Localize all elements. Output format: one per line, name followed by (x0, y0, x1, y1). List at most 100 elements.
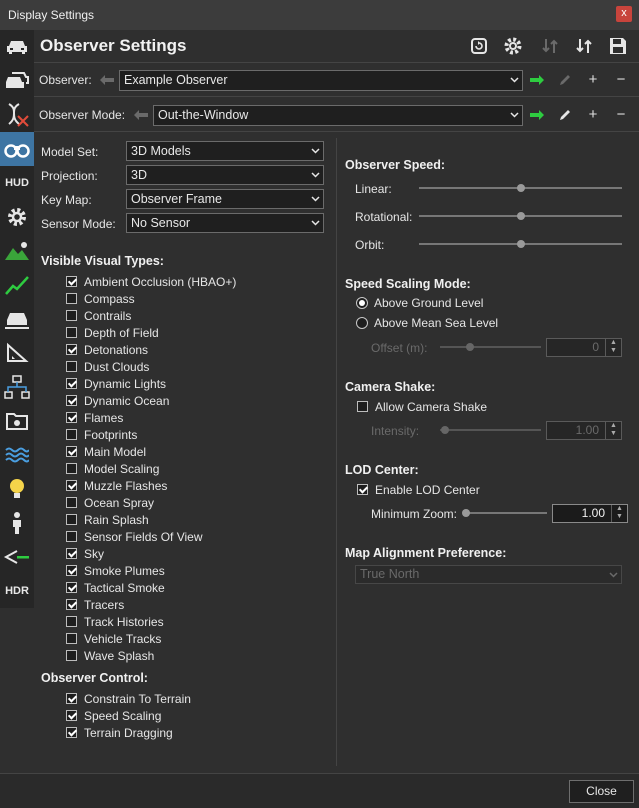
map-alignment-select[interactable]: True North (355, 565, 622, 584)
mode-prev-button[interactable] (132, 106, 150, 124)
checkbox-label: Ocean Spray (84, 495, 155, 510)
checkbox-muzzle-flashes[interactable]: Muzzle Flashes (66, 477, 167, 494)
sidebar-item-road[interactable] (0, 302, 34, 336)
arrow-right-icon (530, 75, 544, 85)
sidebar-item-lighting[interactable] (0, 472, 34, 506)
import-button[interactable] (539, 35, 561, 57)
checkbox-label: Vehicle Tracks (84, 631, 162, 646)
lightbulb-icon (10, 479, 24, 498)
checkbox-wave-splash[interactable]: Wave Splash (66, 647, 154, 664)
observer-add-button[interactable]: + (584, 71, 602, 89)
intensity-slider[interactable] (440, 429, 541, 431)
checkbox-constrain-to-terrain[interactable]: Constrain To Terrain (66, 690, 191, 707)
model-set-select[interactable]: 3D Models (126, 141, 324, 161)
sidebar-item-hud[interactable]: HUD (0, 166, 34, 200)
checkbox-dynamic-lights[interactable]: Dynamic Lights (66, 375, 166, 392)
checkbox-track-histories[interactable]: Track Histories (66, 613, 164, 630)
observer-prev-button[interactable] (98, 71, 116, 89)
lod-center-title: LOD Center: (345, 463, 419, 477)
rotational-speed-handle[interactable] (516, 212, 525, 220)
sidebar-item-person[interactable] (0, 506, 34, 540)
checkbox-detonations[interactable]: Detonations (66, 341, 148, 358)
sidebar-item-network[interactable] (0, 370, 34, 404)
intensity-spinbox[interactable]: 1.00 ▲ ▼ (546, 421, 622, 440)
offset-handle[interactable] (466, 343, 475, 351)
minimum-zoom-handle[interactable] (462, 509, 470, 517)
checkbox-dust-clouds[interactable]: Dust Clouds (66, 358, 149, 375)
export-button[interactable] (573, 35, 595, 57)
header-divider (34, 62, 639, 63)
mode-remove-button[interactable]: − (612, 106, 630, 124)
radio-above-ground[interactable]: Above Ground Level (356, 295, 483, 311)
sidebar-item-settings[interactable] (0, 200, 34, 234)
projection-select[interactable]: 3D (126, 165, 324, 185)
checkbox-speed-scaling[interactable]: Speed Scaling (66, 707, 161, 724)
checkbox-main-model[interactable]: Main Model (66, 443, 146, 460)
sidebar-item-folder[interactable] (0, 404, 34, 438)
chevron-down-icon (311, 220, 320, 226)
checkbox-label: Smoke Plumes (84, 563, 165, 578)
sidebar-item-hdr[interactable]: HDR (0, 574, 34, 608)
key-map-select[interactable]: Observer Frame (126, 189, 324, 209)
checkbox-dynamic-ocean[interactable]: Dynamic Ocean (66, 392, 169, 409)
checkbox-flames[interactable]: Flames (66, 409, 123, 426)
minimum-zoom-spinbox[interactable]: 1.00 ▲ ▼ (552, 504, 628, 523)
checkbox-footprints[interactable]: Footprints (66, 426, 137, 443)
mode-apply-button[interactable] (528, 106, 546, 124)
checkbox-contrails[interactable]: Contrails (66, 307, 131, 324)
sidebar-item-entities[interactable] (0, 30, 34, 64)
allow-camera-shake-checkbox[interactable]: Allow Camera Shake (357, 398, 487, 415)
spin-arrows-icon[interactable]: ▲ ▼ (605, 422, 621, 439)
spin-arrows-icon[interactable]: ▲ ▼ (611, 505, 627, 522)
checkbox-depth-of-field[interactable]: Depth of Field (66, 324, 159, 341)
sidebar-item-vehicles[interactable] (0, 64, 34, 98)
checkbox-sensor-fields-of-view[interactable]: Sensor Fields Of View (66, 528, 203, 545)
sidebar-item-observer[interactable] (0, 132, 34, 166)
checkbox-terrain-dragging[interactable]: Terrain Dragging (66, 724, 173, 741)
sensor-mode-select[interactable]: No Sensor (126, 213, 324, 233)
sidebar-item-terrain[interactable] (0, 234, 34, 268)
checkbox-sky[interactable]: Sky (66, 545, 104, 562)
orbit-speed-handle[interactable] (516, 240, 525, 248)
observer-select[interactable]: Example Observer (119, 70, 523, 91)
checkbox-vehicle-tracks[interactable]: Vehicle Tracks (66, 630, 161, 647)
sidebar-item-sensor[interactable] (0, 540, 34, 574)
reset-button[interactable] (468, 35, 490, 57)
checkbox-box (66, 344, 77, 355)
checkbox-box (66, 548, 77, 559)
observer-edit-button[interactable] (556, 71, 574, 89)
save-button[interactable] (607, 35, 629, 57)
checkbox-smoke-plumes[interactable]: Smoke Plumes (66, 562, 165, 579)
spin-arrows-icon[interactable]: ▲ ▼ (605, 339, 621, 356)
offset-spinbox[interactable]: 0 ▲ ▼ (546, 338, 622, 357)
mode-add-button[interactable]: + (584, 106, 602, 124)
checkbox-box (357, 484, 368, 495)
settings-button[interactable] (502, 35, 524, 57)
radio-above-sea-level[interactable]: Above Mean Sea Level (356, 315, 498, 331)
checkbox-tracers[interactable]: Tracers (66, 596, 124, 613)
observer-remove-button[interactable]: − (612, 71, 630, 89)
checkbox-ocean-spray[interactable]: Ocean Spray (66, 494, 154, 511)
chevron-down-icon (311, 148, 320, 154)
sensor-mode-value: No Sensor (131, 216, 191, 230)
sidebar-item-graphs[interactable] (0, 268, 34, 302)
observer-mode-select[interactable]: Out-the-Window (153, 105, 523, 126)
enable-lod-center-checkbox[interactable]: Enable LOD Center (357, 481, 480, 498)
minimum-zoom-slider[interactable] (466, 512, 547, 514)
checkbox-compass[interactable]: Compass (66, 290, 135, 307)
checkbox-rain-splash[interactable]: Rain Splash (66, 511, 149, 528)
intensity-handle[interactable] (441, 426, 450, 434)
checkbox-ambient-occlusion-hbao[interactable]: Ambient Occlusion (HBAO+) (66, 273, 236, 290)
sidebar-item-ocean[interactable] (0, 438, 34, 472)
checkbox-model-scaling[interactable]: Model Scaling (66, 460, 159, 477)
checkbox-box (66, 531, 77, 542)
observer-apply-button[interactable] (528, 71, 546, 89)
close-button[interactable]: Close (569, 780, 634, 803)
sidebar-item-dna[interactable] (0, 98, 34, 132)
linear-speed-handle[interactable] (516, 184, 525, 192)
checkbox-tactical-smoke[interactable]: Tactical Smoke (66, 579, 165, 596)
window-close-button[interactable]: x (616, 6, 632, 22)
mode-edit-button[interactable] (556, 106, 574, 124)
offset-slider[interactable] (440, 346, 541, 348)
sidebar-item-measure[interactable] (0, 336, 34, 370)
